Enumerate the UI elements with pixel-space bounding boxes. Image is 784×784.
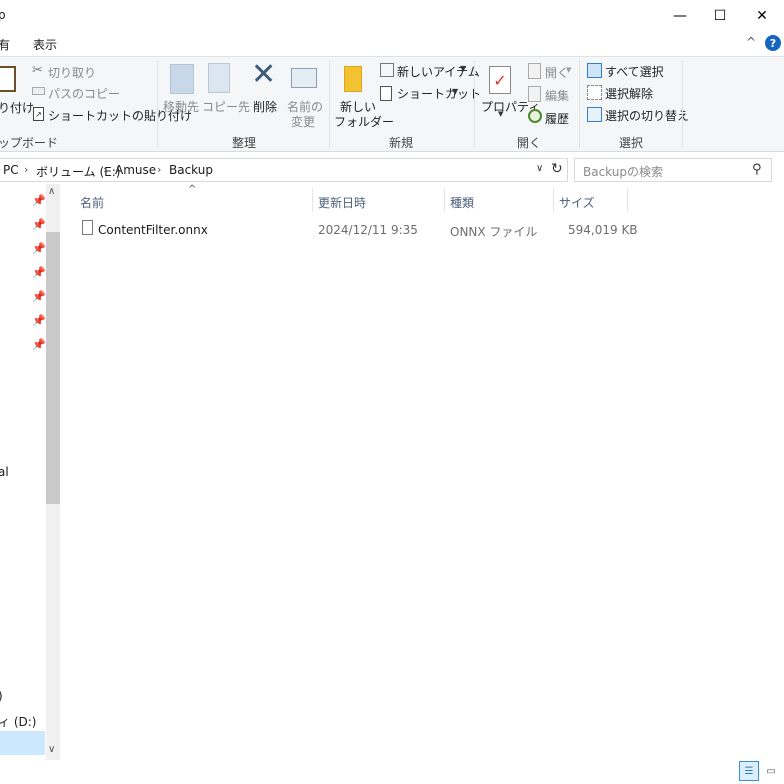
file-name[interactable]: ContentFilter.onnx bbox=[98, 223, 208, 237]
nav-item-drive-d[interactable]: ィ (D:) bbox=[0, 713, 36, 730]
column-header-modified[interactable]: 更新日時 bbox=[318, 194, 366, 211]
chevron-up-icon[interactable]: ^ bbox=[746, 35, 756, 49]
group-label-clipboard: ップボード bbox=[0, 136, 59, 150]
chevron-down-icon[interactable]: ∨ bbox=[48, 744, 55, 755]
chevron-up-icon[interactable]: ∧ bbox=[48, 186, 55, 197]
file-modified: 2024/12/11 9:35 bbox=[318, 223, 418, 237]
nav-item[interactable]: al bbox=[0, 465, 9, 479]
pin-icon[interactable]: 📌 bbox=[32, 338, 46, 351]
nav-item-selected[interactable] bbox=[0, 731, 45, 755]
properties-icon: ✓ bbox=[489, 66, 511, 94]
select-none-button[interactable]: 選択解除 bbox=[605, 85, 653, 102]
select-all-icon bbox=[587, 63, 602, 78]
breadcrumb-separator[interactable]: › bbox=[157, 163, 161, 176]
group-divider bbox=[157, 60, 158, 148]
breadcrumb-pc[interactable]: PC bbox=[3, 163, 19, 177]
tab-share[interactable]: 有 bbox=[0, 36, 10, 53]
copy-to-button[interactable]: コピー先 bbox=[202, 98, 250, 115]
ribbon-tab-bar bbox=[0, 32, 784, 56]
new-item-button[interactable]: 新しいアイテム bbox=[397, 63, 480, 80]
dropdown-arrow-icon: ▼ bbox=[566, 66, 572, 74]
delete-button[interactable]: 削除 bbox=[253, 98, 277, 115]
delete-icon: ✕ bbox=[251, 57, 277, 92]
sort-ascending-icon: ^ bbox=[188, 184, 197, 195]
chevron-down-icon[interactable]: ∨ bbox=[536, 163, 543, 174]
group-label-organize: 整理 bbox=[232, 136, 257, 150]
dropdown-arrow-icon: ▼ bbox=[460, 64, 467, 73]
refresh-icon[interactable]: ↻ bbox=[551, 161, 563, 177]
edit-button[interactable]: 編集 bbox=[545, 87, 569, 104]
close-button[interactable]: ✕ bbox=[740, 0, 784, 32]
column-divider[interactable] bbox=[444, 188, 445, 212]
group-divider bbox=[329, 60, 330, 148]
shortcut-icon bbox=[380, 86, 392, 101]
tab-view[interactable]: 表示 bbox=[33, 36, 57, 53]
nav-scrollbar-thumb[interactable] bbox=[46, 232, 60, 504]
select-none-icon bbox=[587, 85, 602, 100]
maximize-button[interactable]: ☐ bbox=[698, 0, 742, 32]
group-label-select: 選択 bbox=[619, 136, 644, 150]
breadcrumb-amuse[interactable]: Amuse bbox=[115, 163, 156, 177]
copy-to-icon bbox=[208, 63, 230, 93]
invert-selection-icon bbox=[587, 107, 602, 122]
select-all-button[interactable]: すべて選択 bbox=[605, 63, 664, 80]
invert-selection-button[interactable]: 選択の切り替え bbox=[605, 107, 689, 124]
column-header-name[interactable]: 名前 bbox=[80, 194, 104, 211]
dropdown-arrow-icon: ▼ bbox=[498, 110, 504, 118]
dropdown-arrow-icon: ▼ bbox=[452, 87, 459, 96]
open-icon bbox=[528, 63, 541, 79]
file-icon bbox=[82, 220, 93, 235]
breadcrumb-separator[interactable]: › bbox=[103, 163, 107, 176]
help-icon[interactable]: ? bbox=[765, 35, 781, 51]
breadcrumb-backup[interactable]: Backup bbox=[169, 163, 213, 177]
minimize-button[interactable]: — bbox=[658, 0, 702, 32]
scissors-icon: ✂ bbox=[32, 63, 43, 78]
pin-icon[interactable]: 📌 bbox=[32, 218, 46, 231]
group-divider bbox=[474, 60, 475, 148]
column-divider[interactable] bbox=[553, 188, 554, 212]
paste-button[interactable]: り付け bbox=[0, 99, 34, 116]
rename-icon bbox=[291, 68, 317, 88]
large-icons-view-icon[interactable]: ▭ bbox=[762, 762, 780, 780]
column-divider[interactable] bbox=[312, 188, 313, 212]
breadcrumb-separator[interactable]: › bbox=[24, 163, 28, 176]
file-size: 594,019 KB bbox=[568, 223, 638, 237]
copy-path-button[interactable]: パスのコピー bbox=[48, 85, 120, 102]
column-header-size[interactable]: サイズ bbox=[559, 194, 595, 211]
window-title: p bbox=[0, 8, 6, 22]
group-divider bbox=[682, 60, 683, 148]
history-button[interactable]: 履歴 bbox=[545, 110, 569, 127]
history-icon bbox=[528, 109, 542, 123]
paste-icon bbox=[0, 66, 16, 92]
move-to-icon bbox=[170, 64, 194, 94]
search-icon[interactable]: ⚲ bbox=[752, 162, 762, 177]
copy-path-icon bbox=[32, 87, 45, 95]
search-input[interactable]: Backupの検索 bbox=[583, 163, 663, 180]
cut-button[interactable]: 切り取り bbox=[48, 64, 96, 81]
pin-icon[interactable]: 📌 bbox=[32, 290, 46, 303]
nav-item[interactable]: ) bbox=[0, 689, 3, 703]
pin-icon[interactable]: 📌 bbox=[32, 266, 46, 279]
pin-icon[interactable]: 📌 bbox=[32, 314, 46, 327]
new-item-icon bbox=[380, 63, 394, 77]
move-to-button[interactable]: 移動先 bbox=[163, 98, 199, 115]
file-type: ONNX ファイル bbox=[450, 225, 538, 239]
new-folder-button-line2: フォルダー bbox=[334, 115, 395, 129]
edit-icon bbox=[528, 86, 541, 102]
paste-shortcut-icon: ↗ bbox=[33, 107, 44, 121]
rename-button-line2: 変更 bbox=[291, 115, 316, 129]
group-label-open: 開く bbox=[517, 136, 542, 150]
details-view-icon[interactable]: ☰ bbox=[739, 761, 759, 781]
new-shortcut-button[interactable]: ショートカット bbox=[397, 85, 481, 102]
group-label-new: 新規 bbox=[389, 136, 414, 150]
pin-icon[interactable]: 📌 bbox=[32, 194, 46, 207]
group-divider bbox=[579, 60, 580, 148]
column-header-type[interactable]: 種類 bbox=[450, 194, 474, 211]
column-divider[interactable] bbox=[627, 188, 628, 212]
new-folder-icon bbox=[344, 66, 362, 92]
pin-icon[interactable]: 📌 bbox=[32, 242, 46, 255]
breadcrumb-volume[interactable]: ボリューム (E:) bbox=[36, 163, 120, 180]
